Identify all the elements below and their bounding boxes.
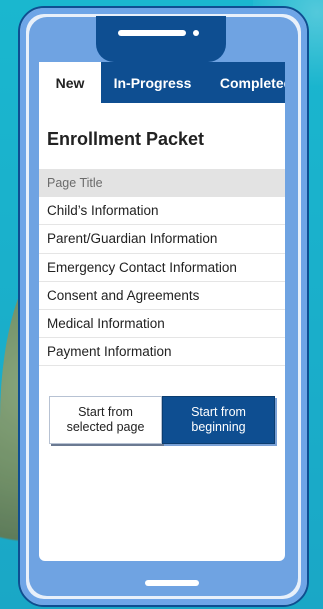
list-header: Page Title <box>39 169 285 198</box>
tab-new[interactable]: New <box>39 62 101 103</box>
list-item-childs-information[interactable]: Child’s Information <box>39 197 285 226</box>
phone-screen: New In-Progress Completed Enrollment Pac… <box>39 62 285 561</box>
page-title: Enrollment Packet <box>47 129 205 149</box>
camera-icon <box>193 30 199 36</box>
start-from-selected-page-button[interactable]: Start from selected page <box>49 396 162 445</box>
speaker-icon <box>118 30 186 36</box>
tab-in-progress[interactable]: In-Progress <box>101 62 204 103</box>
list-item-emergency-contact-information[interactable]: Emergency Contact Information <box>39 254 285 282</box>
tab-bar: New In-Progress Completed <box>39 62 285 103</box>
list-item-consent-and-agreements[interactable]: Consent and Agreements <box>39 282 285 310</box>
tab-new-label: New <box>55 74 85 91</box>
list-item-parent-guardian-information[interactable]: Parent/Guardian Information <box>39 225 285 254</box>
action-buttons: Start from selected page Start from begi… <box>49 396 275 445</box>
tab-completed-label: Completed <box>219 74 285 91</box>
page-list: Page Title Child’s Information Parent/Gu… <box>39 169 285 367</box>
start-from-beginning-button[interactable]: Start from beginning <box>162 396 275 445</box>
list-item-payment-information[interactable]: Payment Information <box>39 338 285 367</box>
list-item-medical-information[interactable]: Medical Information <box>39 310 285 339</box>
phone-notch <box>96 16 226 62</box>
tab-completed[interactable]: Completed <box>204 62 285 103</box>
tab-in-progress-label: In-Progress <box>113 74 192 91</box>
home-indicator-icon[interactable] <box>145 580 199 586</box>
